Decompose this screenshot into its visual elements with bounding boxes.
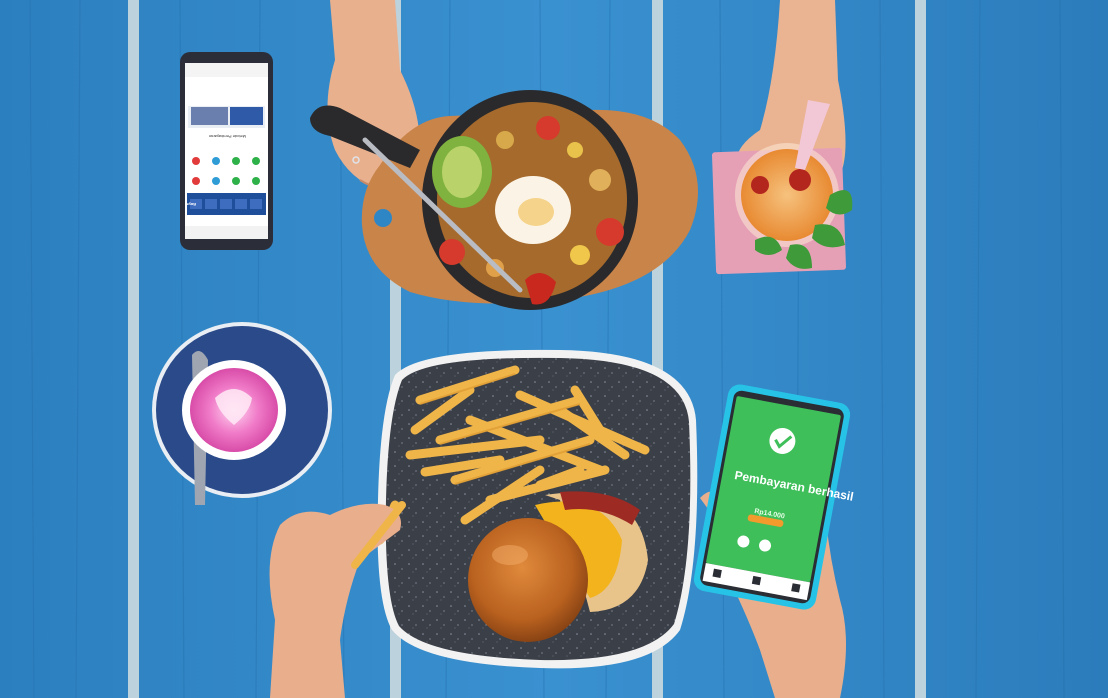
scene-illustration [0,0,1108,698]
phone-left [180,52,273,250]
food-table-scene: Pembayaran berhasil Rp14.000 Bayar Metod… [0,0,1108,698]
phone-left-header: Bayar [184,202,196,207]
fries-burger-plate [375,349,698,669]
phone-left-section-title: Metode Pembayaran [208,134,246,139]
